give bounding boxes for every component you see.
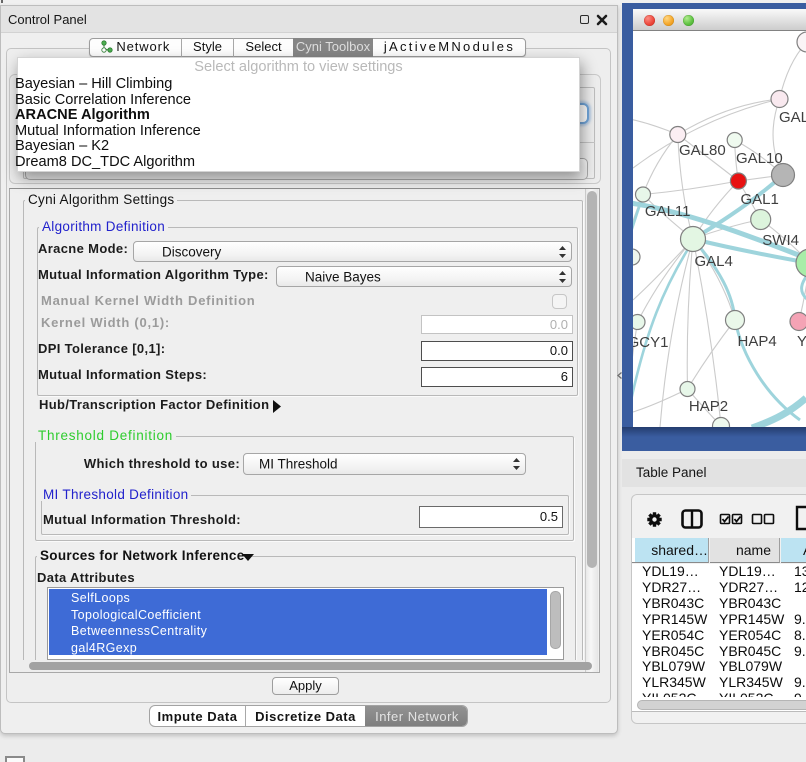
svg-text:GCY1: GCY1 [633,334,668,351]
svg-text:SWI4: SWI4 [762,232,799,249]
svg-text:GAL8: GAL8 [779,109,806,126]
svg-text:GAL10: GAL10 [736,150,783,167]
svg-text:YM: YM [797,333,806,350]
svg-text:GAL4: GAL4 [695,253,733,270]
svg-text:HAP2: HAP2 [689,398,728,415]
svg-text:GAL80: GAL80 [679,142,726,159]
svg-text:GAL11: GAL11 [645,203,691,220]
svg-text:GAL1: GAL1 [741,191,779,208]
svg-text:HAP4: HAP4 [738,333,777,350]
